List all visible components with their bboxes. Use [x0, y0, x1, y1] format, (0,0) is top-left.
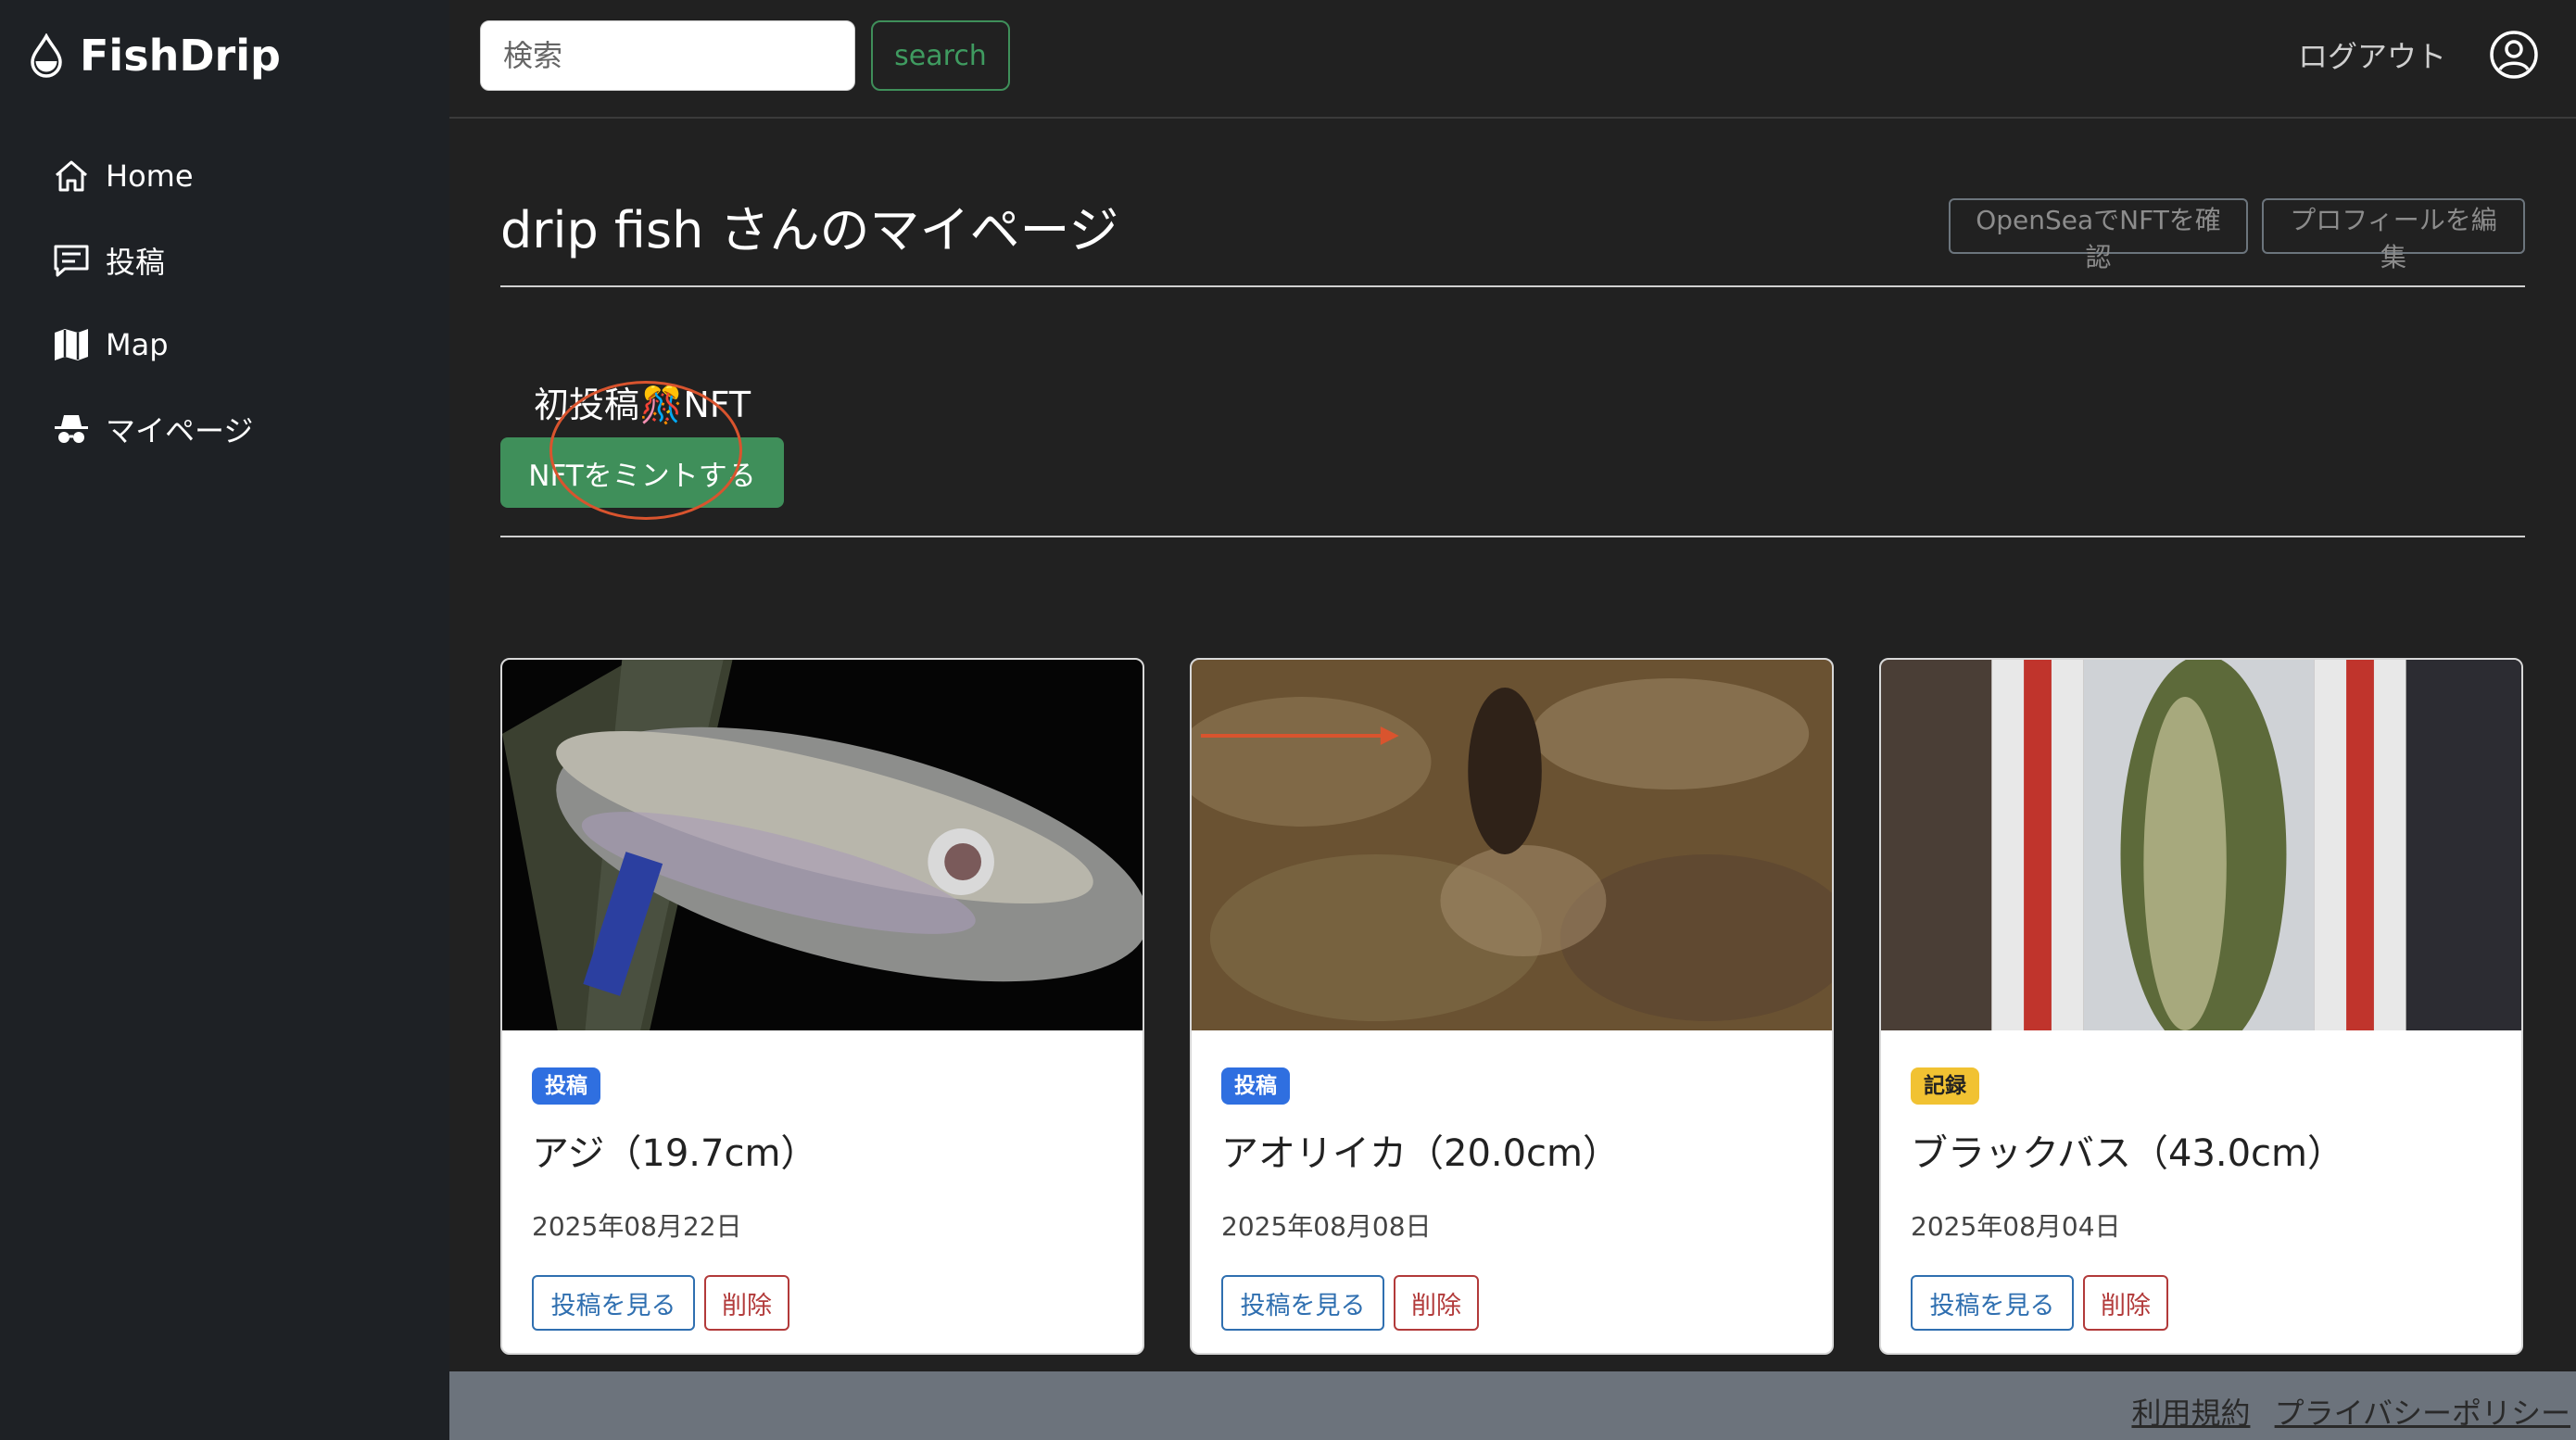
user-circle-icon[interactable]: [2489, 30, 2539, 80]
top-navbar: search ログアウト: [449, 0, 2576, 119]
logout-link[interactable]: ログアウト: [2298, 33, 2446, 76]
post-card: 投稿 アジ（19.7cm） 2025年08月22日 投稿を見る 削除: [500, 658, 1144, 1355]
divider: [500, 285, 2525, 287]
opensea-nft-button[interactable]: OpenSeaでNFTを確認: [1949, 198, 2248, 272]
sidebar-item-map[interactable]: Map: [52, 317, 253, 373]
page-title: drip fish さんのマイページ: [500, 201, 1119, 259]
footer: 利用規約 プライバシーポリシー: [449, 1371, 2576, 1440]
category-badge: 記録: [1911, 1067, 1979, 1105]
post-card: 記録 ブラックバス（43.0cm） 2025年08月04日 投稿を見る 削除: [1879, 658, 2523, 1355]
post-title: ブラックバス（43.0cm）: [1911, 1132, 2345, 1175]
view-post-button[interactable]: 投稿を見る: [532, 1275, 695, 1331]
brand-name: FishDrip: [80, 31, 281, 81]
sidebar-item-home[interactable]: Home: [52, 148, 253, 204]
chat-icon: [54, 245, 89, 277]
post-title: アジ（19.7cm）: [532, 1132, 818, 1175]
category-badge: 投稿: [1221, 1067, 1290, 1105]
sidebar-item-label: Home: [106, 158, 194, 194]
post-image[interactable]: [502, 660, 1143, 1030]
search-button[interactable]: search: [871, 20, 1010, 91]
post-date: 2025年08月04日: [1911, 1211, 2121, 1242]
footer-links: 利用規約 プライバシーポリシー: [2116, 1390, 2570, 1433]
post-date: 2025年08月08日: [1221, 1211, 1432, 1242]
home-icon: [56, 160, 87, 192]
incognito-icon: [55, 415, 88, 443]
sidebar-item-mypage[interactable]: マイページ: [52, 401, 253, 457]
sidebar: FishDrip Home 投稿 Map マイページ: [0, 0, 449, 1440]
droplet-icon: [31, 33, 62, 78]
post-image[interactable]: [1881, 660, 2521, 1030]
view-post-button[interactable]: 投稿を見る: [1221, 1275, 1384, 1331]
brand-logo[interactable]: FishDrip: [28, 28, 281, 83]
search-input[interactable]: [480, 20, 855, 91]
map-icon: [55, 329, 88, 360]
delete-button[interactable]: 削除: [1394, 1275, 1479, 1331]
sidebar-item-label: マイページ: [106, 413, 254, 448]
delete-button[interactable]: 削除: [2083, 1275, 2168, 1331]
post-title: アオリイカ（20.0cm）: [1221, 1132, 1621, 1175]
post-date: 2025年08月22日: [532, 1211, 742, 1242]
delete-button[interactable]: 削除: [704, 1275, 789, 1331]
post-image[interactable]: [1192, 660, 1832, 1030]
view-post-button[interactable]: 投稿を見る: [1911, 1275, 2074, 1331]
category-badge: 投稿: [532, 1067, 600, 1105]
privacy-policy-link[interactable]: プライバシーポリシー: [2275, 1396, 2570, 1431]
annotation-circle: [549, 381, 742, 520]
sidebar-item-posts[interactable]: 投稿: [52, 233, 253, 288]
sidebar-item-label: 投稿: [106, 245, 166, 280]
terms-link[interactable]: 利用規約: [2131, 1396, 2250, 1431]
post-card: 投稿 アオリイカ（20.0cm） 2025年08月08日 投稿を見る 削除: [1190, 658, 1834, 1355]
edit-profile-button[interactable]: プロフィールを編集: [2262, 198, 2525, 272]
sidebar-nav: Home 投稿 Map マイページ: [52, 148, 253, 486]
divider: [500, 536, 2525, 537]
sidebar-item-label: Map: [106, 327, 169, 362]
